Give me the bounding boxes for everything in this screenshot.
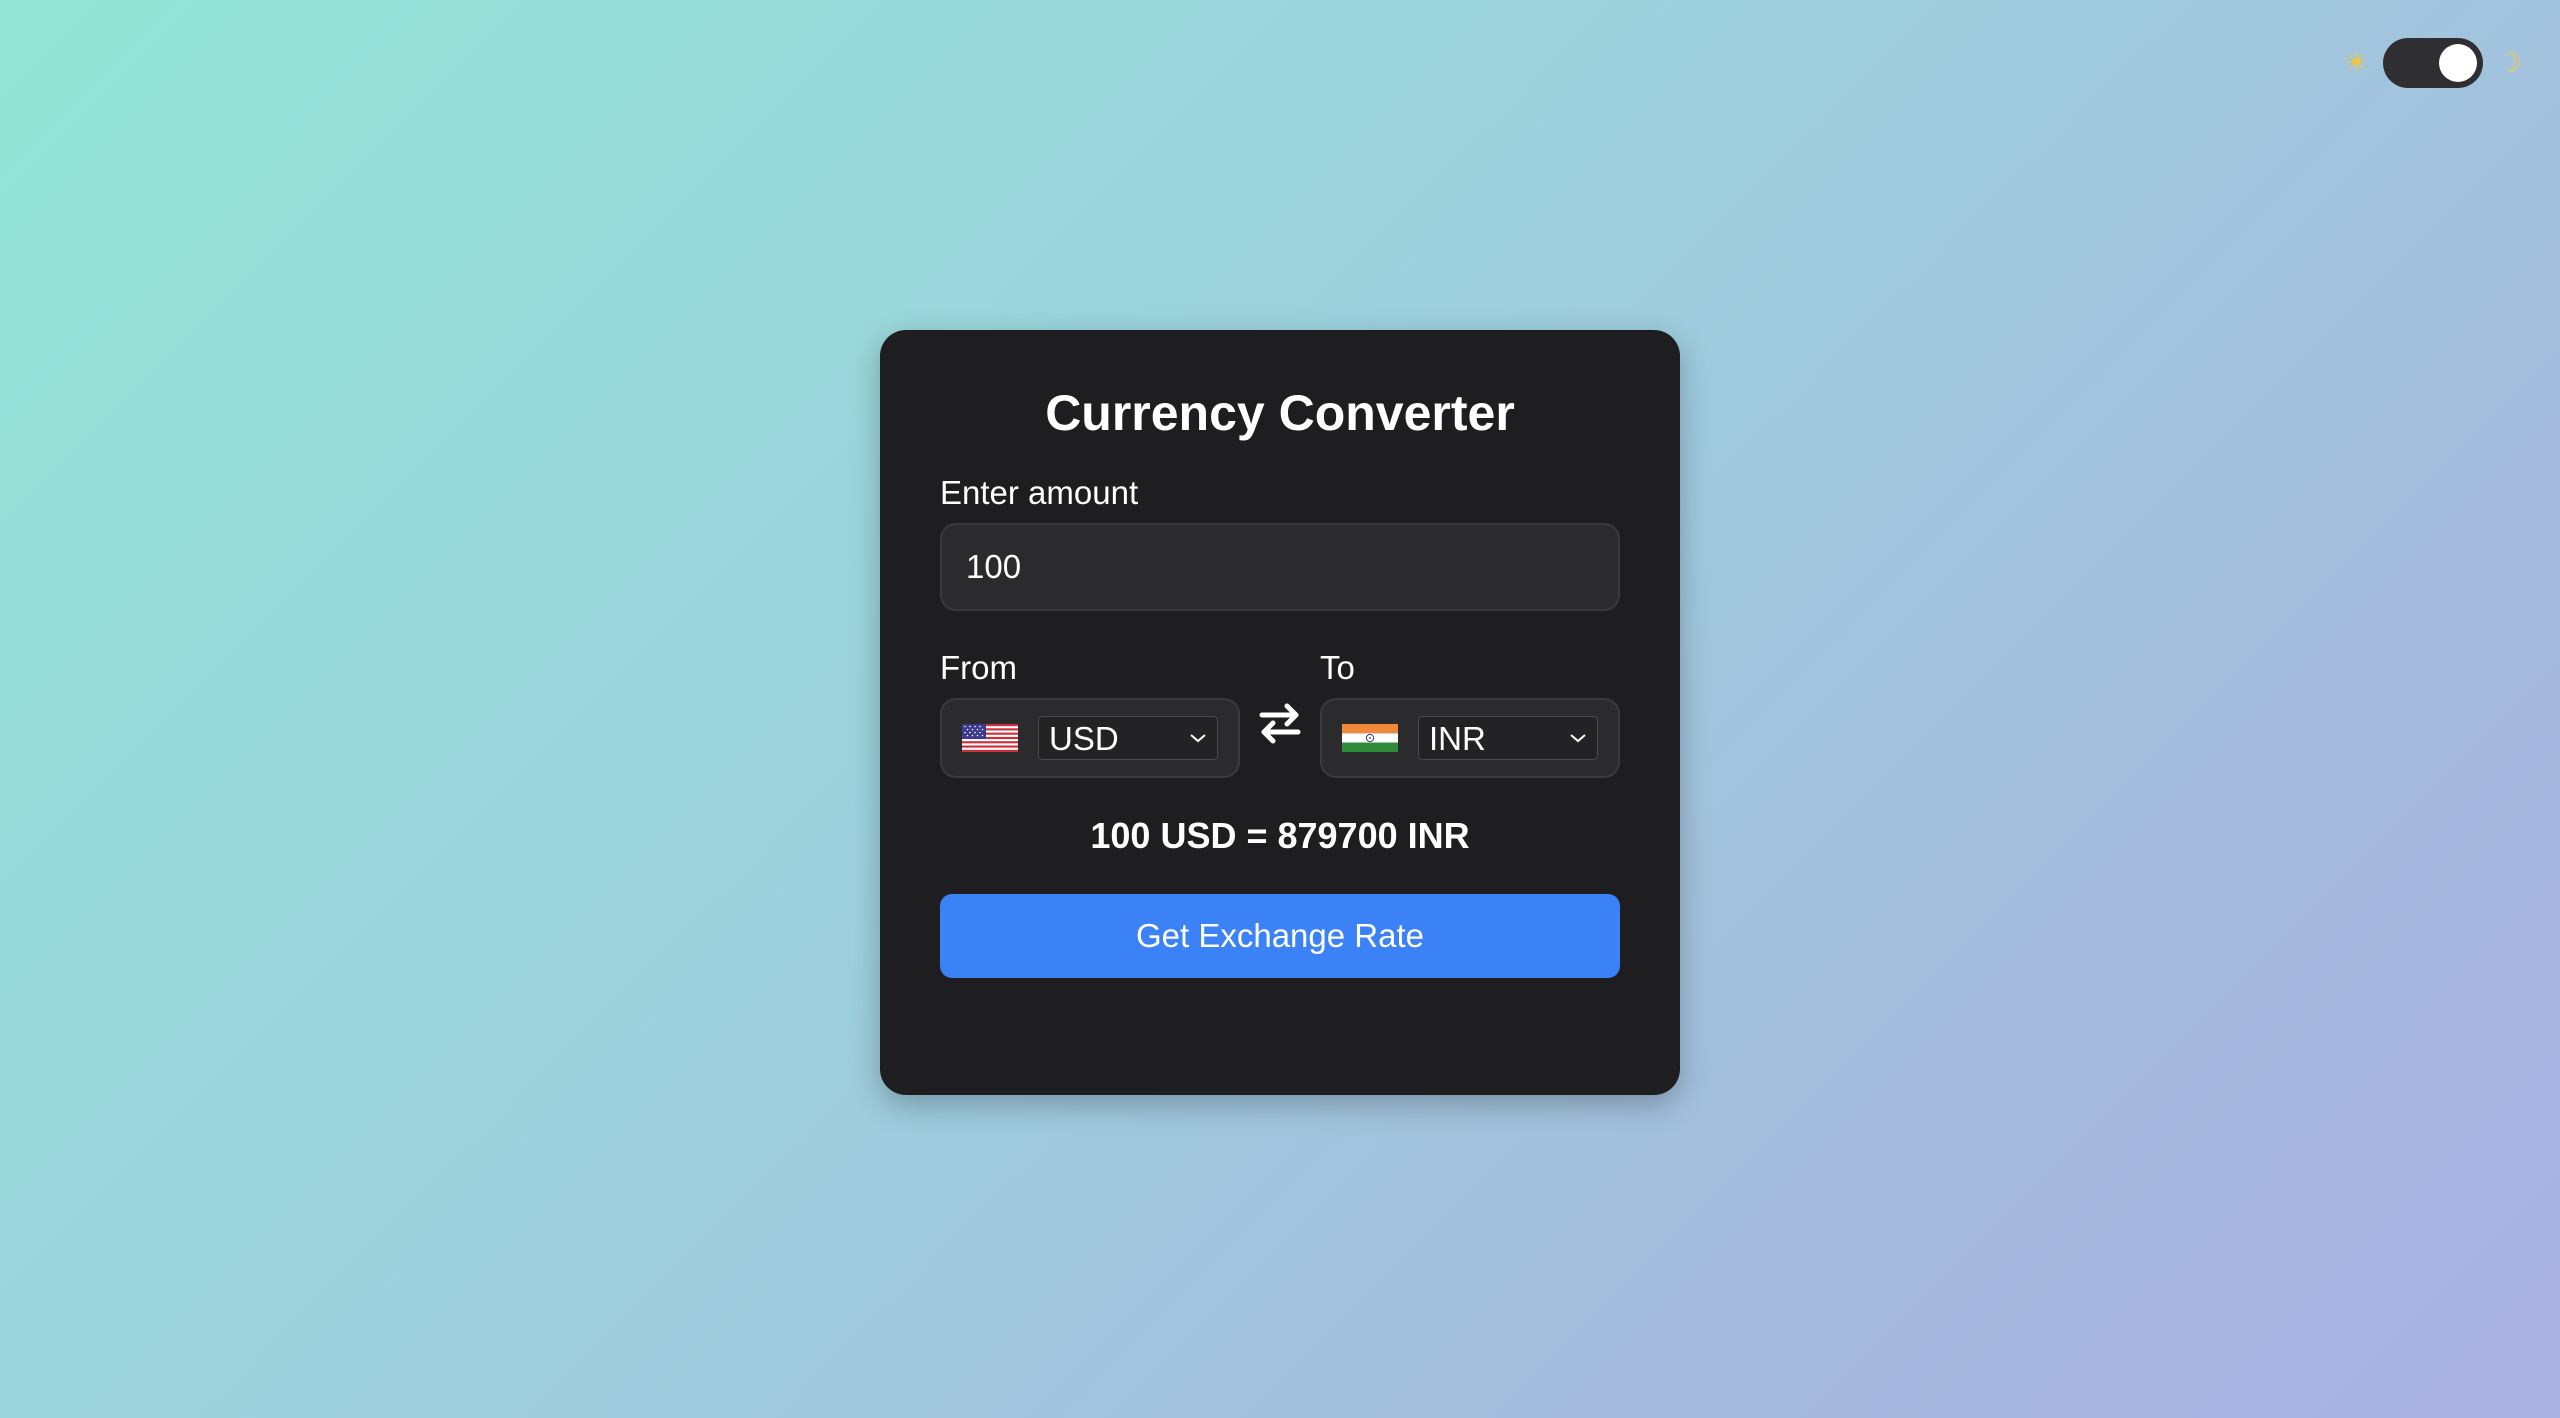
from-group: From USD (940, 651, 1240, 778)
currency-row: From USD To INR (940, 651, 1620, 778)
from-currency-value: USD (1049, 719, 1119, 757)
theme-toggle: ☀ ☽ (2344, 38, 2522, 88)
to-label: To (1320, 649, 1355, 686)
to-group: To INR (1320, 651, 1620, 778)
from-currency-select[interactable]: USD (1038, 716, 1218, 760)
to-currency-box: INR (1320, 698, 1620, 778)
get-exchange-rate-button[interactable]: Get Exchange Rate (940, 894, 1620, 978)
theme-switch[interactable] (2382, 38, 2483, 88)
us-flag-icon (962, 724, 1018, 752)
conversion-result: 100 USD = 879700 INR (1090, 815, 1470, 856)
chevron-down-icon (1190, 734, 1206, 743)
converter-card: Currency Converter Enter amount From (880, 330, 1680, 1095)
sun-icon: ☀ (2343, 46, 2369, 79)
swap-button[interactable] (1240, 683, 1320, 763)
page-title: Currency Converter (1045, 385, 1515, 441)
to-currency-select[interactable]: INR (1418, 716, 1598, 760)
swap-arrows-icon (1259, 703, 1301, 744)
to-currency-value: INR (1429, 719, 1486, 757)
india-flag-icon (1342, 724, 1398, 752)
switch-knob[interactable] (2438, 44, 2477, 82)
moon-icon: ☽ (2496, 46, 2522, 79)
from-currency-box: USD (940, 698, 1240, 778)
from-label: From (940, 649, 1017, 686)
amount-label: Enter amount (940, 474, 1139, 511)
amount-input[interactable] (940, 523, 1620, 611)
chevron-down-icon (1570, 734, 1586, 743)
